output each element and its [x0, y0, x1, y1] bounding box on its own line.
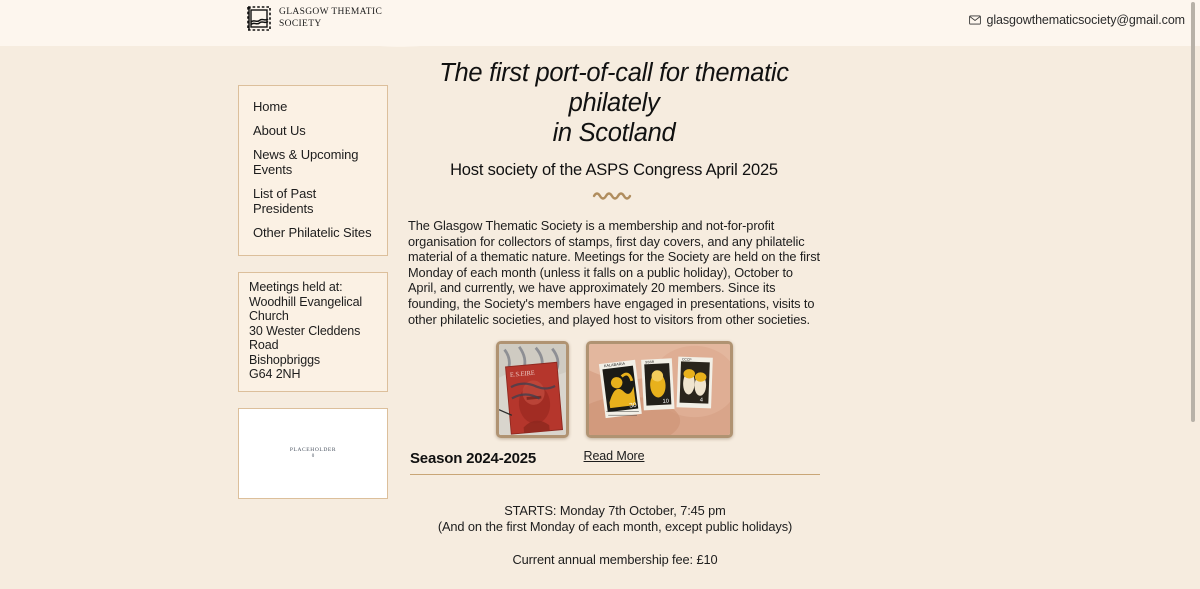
- placeholder-label: PLACEHOLDER: [289, 447, 337, 453]
- about-paragraph: The Glasgow Thematic Society is a member…: [408, 218, 820, 327]
- svg-text:30: 30: [628, 402, 637, 410]
- envelope-icon: [968, 15, 981, 25]
- photo-gallery: E.S.EIRE KALABARIA 30 SSSR 10 CCCP 4: [408, 341, 820, 439]
- address-line-venue: Woodhill Evangelical Church: [249, 294, 363, 324]
- contact-email[interactable]: glasgowthematicsociety@gmail.com: [968, 13, 1186, 27]
- placeholder-image-panel: PLACEHOLDER 0: [238, 407, 388, 499]
- membership-fee-line: Current annual membership fee: £10: [512, 552, 718, 567]
- season-section: Season 2024-2025 STARTS: Monday 7th Octo…: [410, 450, 820, 567]
- season-note-line: (And on the first Monday of each month, …: [437, 519, 793, 534]
- address-line-town: Bishopbriggs: [249, 352, 321, 367]
- page-subtitle: Host society of the ASPS Congress April …: [450, 161, 778, 179]
- address-line-street: 30 Wester Cleddens Road: [249, 323, 361, 353]
- sidebar-item-other-philatelic-sites[interactable]: Other Philatelic Sites: [249, 221, 377, 245]
- season-title: Season 2024-2025: [410, 450, 537, 467]
- sidebar: Home About Us News & Upcoming Events Lis…: [238, 85, 388, 499]
- postage-stamp-icon: [247, 6, 271, 31]
- sidebar-item-news-upcoming-events[interactable]: News & Upcoming Events: [249, 143, 377, 182]
- page-title: The first port-of-call for thematic phil…: [408, 58, 820, 148]
- contact-email-text: glasgowthematicsociety@gmail.com: [986, 13, 1186, 27]
- svg-text:4: 4: [699, 398, 702, 404]
- page-title-line-1: The first port-of-call for thematic phil…: [439, 59, 789, 117]
- wave-ornament-icon: [592, 192, 632, 200]
- season-start-line: STARTS: Monday 7th October, 7:45 pm: [504, 503, 726, 518]
- svg-text:SSSR: SSSR: [645, 360, 655, 364]
- stamp-portrait-photo[interactable]: E.S.EIRE: [495, 341, 569, 439]
- sidebar-item-home[interactable]: Home: [249, 95, 377, 119]
- site-header: GLASGOW THEMATIC SOCIETY glasgowthematic…: [0, 0, 1200, 46]
- address-line-postcode: G64 2NH: [249, 367, 301, 381]
- main-navigation: Home About Us News & Upcoming Events Lis…: [238, 85, 388, 256]
- main-content: The first port-of-call for thematic phil…: [408, 58, 820, 465]
- stamps-in-hand-photo[interactable]: KALABARIA 30 SSSR 10 CCCP 4: [585, 341, 733, 439]
- page-title-line-2: in Scotland: [552, 119, 676, 147]
- page-body: Home About Us News & Upcoming Events Lis…: [0, 46, 1200, 589]
- site-logo[interactable]: GLASGOW THEMATIC SOCIETY: [246, 5, 382, 32]
- svg-text:10: 10: [662, 399, 669, 405]
- season-divider: [410, 474, 820, 475]
- svg-text:CCCP: CCCP: [681, 358, 691, 362]
- placeholder-sub-label: 0: [311, 454, 315, 459]
- site-logo-text: GLASGOW THEMATIC SOCIETY: [279, 7, 383, 29]
- address-line-heading: Meetings held at:: [249, 280, 343, 294]
- sidebar-item-list-of-past-presidents[interactable]: List of Past Presidents: [249, 182, 377, 221]
- vertical-scrollbar-thumb[interactable]: [1191, 2, 1195, 422]
- season-details: STARTS: Monday 7th October, 7:45 pm (And…: [410, 503, 820, 567]
- sidebar-item-about-us[interactable]: About Us: [249, 119, 377, 143]
- meeting-address-panel: Meetings held at: Woodhill Evangelical C…: [238, 272, 388, 392]
